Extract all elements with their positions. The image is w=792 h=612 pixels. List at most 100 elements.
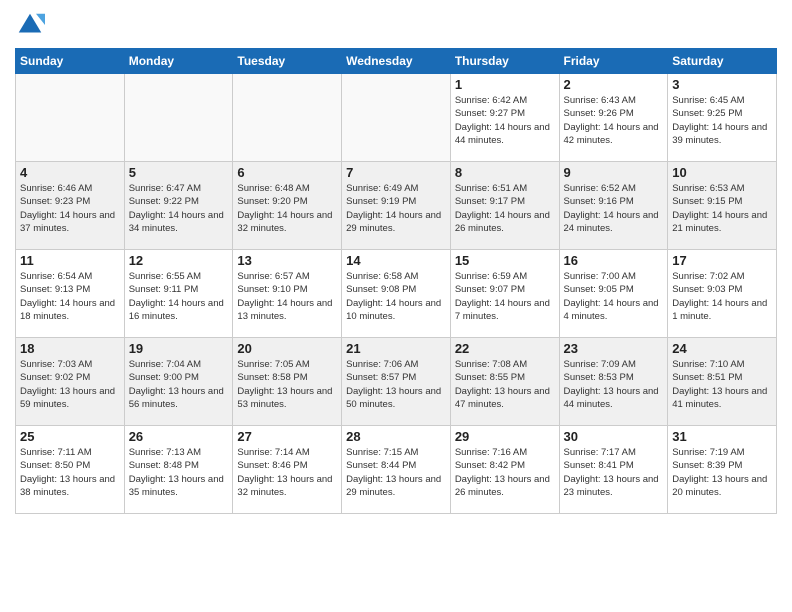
day-info: Sunrise: 6:43 AMSunset: 9:26 PMDaylight:… <box>564 94 664 147</box>
day-number: 21 <box>346 341 446 356</box>
calendar-day-cell <box>16 74 125 162</box>
day-info: Sunrise: 7:04 AMSunset: 9:00 PMDaylight:… <box>129 358 229 411</box>
day-number: 20 <box>237 341 337 356</box>
calendar-day-cell: 7Sunrise: 6:49 AMSunset: 9:19 PMDaylight… <box>342 162 451 250</box>
day-info: Sunrise: 7:13 AMSunset: 8:48 PMDaylight:… <box>129 446 229 499</box>
day-number: 25 <box>20 429 120 444</box>
day-info: Sunrise: 6:53 AMSunset: 9:15 PMDaylight:… <box>672 182 772 235</box>
day-info: Sunrise: 7:05 AMSunset: 8:58 PMDaylight:… <box>237 358 337 411</box>
day-number: 28 <box>346 429 446 444</box>
calendar-day-cell: 30 Sunrise: 7:17 AMSunset: 8:41 PMDayligh… <box>559 426 668 514</box>
calendar-day-header: Friday <box>559 49 668 74</box>
day-number: 14 <box>346 253 446 268</box>
day-info: Sunrise: 6:47 AMSunset: 9:22 PMDaylight:… <box>129 182 229 235</box>
day-number: 12 <box>129 253 229 268</box>
day-number: 8 <box>455 165 555 180</box>
day-number: 10 <box>672 165 772 180</box>
calendar-day-header: Saturday <box>668 49 777 74</box>
calendar-day-cell: 17 Sunrise: 7:02 AMSunset: 9:03 PMDayligh… <box>668 250 777 338</box>
logo <box>15 10 49 40</box>
day-info: Sunrise: 6:58 AMSunset: 9:08 PMDaylight:… <box>346 270 446 323</box>
day-info: Sunrise: 7:08 AMSunset: 8:55 PMDaylight:… <box>455 358 555 411</box>
day-number: 4 <box>20 165 120 180</box>
day-number: 17 <box>672 253 772 268</box>
calendar-day-cell: 1 Sunrise: 6:42 AMSunset: 9:27 PMDaylight… <box>450 74 559 162</box>
calendar-day-header: Tuesday <box>233 49 342 74</box>
day-info: Sunrise: 6:48 AMSunset: 9:20 PMDaylight:… <box>237 182 337 235</box>
calendar-day-cell: 13Sunrise: 6:57 AMSunset: 9:10 PMDayligh… <box>233 250 342 338</box>
calendar-day-cell: 26Sunrise: 7:13 AMSunset: 8:48 PMDayligh… <box>124 426 233 514</box>
calendar-day-cell: 5 Sunrise: 6:47 AMSunset: 9:22 PMDaylight… <box>124 162 233 250</box>
calendar-day-cell: 14 Sunrise: 6:58 AMSunset: 9:08 PMDayligh… <box>342 250 451 338</box>
calendar-day-header: Thursday <box>450 49 559 74</box>
day-info: Sunrise: 6:59 AMSunset: 9:07 PMDaylight:… <box>455 270 555 323</box>
calendar-day-header: Wednesday <box>342 49 451 74</box>
day-info: Sunrise: 7:09 AMSunset: 8:53 PMDaylight:… <box>564 358 664 411</box>
day-number: 6 <box>237 165 337 180</box>
day-info: Sunrise: 7:06 AMSunset: 8:57 PMDaylight:… <box>346 358 446 411</box>
calendar-day-cell: 16 Sunrise: 7:00 AMSunset: 9:05 PMDayligh… <box>559 250 668 338</box>
day-number: 29 <box>455 429 555 444</box>
calendar-day-cell: 27 Sunrise: 7:14 AMSunset: 8:46 PMDayligh… <box>233 426 342 514</box>
day-number: 3 <box>672 77 772 92</box>
calendar-day-cell: 24 Sunrise: 7:10 AMSunset: 8:51 PMDayligh… <box>668 338 777 426</box>
day-number: 30 <box>564 429 664 444</box>
day-info: Sunrise: 6:54 AMSunset: 9:13 PMDaylight:… <box>20 270 120 323</box>
logo-icon <box>15 10 45 40</box>
calendar-day-cell: 23 Sunrise: 7:09 AMSunset: 8:53 PMDayligh… <box>559 338 668 426</box>
calendar-day-cell: 11 Sunrise: 6:54 AMSunset: 9:13 PMDayligh… <box>16 250 125 338</box>
calendar-day-cell: 12 Sunrise: 6:55 AMSunset: 9:11 PMDayligh… <box>124 250 233 338</box>
calendar-day-cell: 19 Sunrise: 7:04 AMSunset: 9:00 PMDayligh… <box>124 338 233 426</box>
calendar-day-cell: 6 Sunrise: 6:48 AMSunset: 9:20 PMDaylight… <box>233 162 342 250</box>
day-info: Sunrise: 7:19 AMSunset: 8:39 PMDaylight:… <box>672 446 772 499</box>
day-number: 24 <box>672 341 772 356</box>
day-number: 5 <box>129 165 229 180</box>
day-info: Sunrise: 6:45 AMSunset: 9:25 PMDaylight:… <box>672 94 772 147</box>
day-number: 13 <box>237 253 337 268</box>
day-number: 16 <box>564 253 664 268</box>
day-info: Sunrise: 7:11 AMSunset: 8:50 PMDaylight:… <box>20 446 120 499</box>
calendar-day-cell: 25 Sunrise: 7:11 AMSunset: 8:50 PMDayligh… <box>16 426 125 514</box>
day-number: 1 <box>455 77 555 92</box>
day-info: Sunrise: 7:16 AMSunset: 8:42 PMDaylight:… <box>455 446 555 499</box>
day-info: Sunrise: 7:03 AMSunset: 9:02 PMDaylight:… <box>20 358 120 411</box>
calendar-table: SundayMondayTuesdayWednesdayThursdayFrid… <box>15 48 777 514</box>
day-info: Sunrise: 7:17 AMSunset: 8:41 PMDaylight:… <box>564 446 664 499</box>
day-info: Sunrise: 7:00 AMSunset: 9:05 PMDaylight:… <box>564 270 664 323</box>
day-number: 23 <box>564 341 664 356</box>
calendar-day-cell: 22 Sunrise: 7:08 AMSunset: 8:55 PMDayligh… <box>450 338 559 426</box>
calendar-day-cell <box>342 74 451 162</box>
day-info: Sunrise: 6:52 AMSunset: 9:16 PMDaylight:… <box>564 182 664 235</box>
day-info: Sunrise: 7:15 AMSunset: 8:44 PMDaylight:… <box>346 446 446 499</box>
day-number: 11 <box>20 253 120 268</box>
calendar-day-cell: 10 Sunrise: 6:53 AMSunset: 9:15 PMDayligh… <box>668 162 777 250</box>
day-info: Sunrise: 7:02 AMSunset: 9:03 PMDaylight:… <box>672 270 772 323</box>
calendar-day-cell: 28 Sunrise: 7:15 AMSunset: 8:44 PMDayligh… <box>342 426 451 514</box>
calendar-week-row: 25 Sunrise: 7:11 AMSunset: 8:50 PMDayligh… <box>16 426 777 514</box>
calendar-day-cell: 3 Sunrise: 6:45 AMSunset: 9:25 PMDaylight… <box>668 74 777 162</box>
calendar-week-row: 11 Sunrise: 6:54 AMSunset: 9:13 PMDayligh… <box>16 250 777 338</box>
day-number: 15 <box>455 253 555 268</box>
day-info: Sunrise: 7:14 AMSunset: 8:46 PMDaylight:… <box>237 446 337 499</box>
calendar-day-cell: 29 Sunrise: 7:16 AMSunset: 8:42 PMDayligh… <box>450 426 559 514</box>
day-number: 27 <box>237 429 337 444</box>
day-info: Sunrise: 6:55 AMSunset: 9:11 PMDaylight:… <box>129 270 229 323</box>
day-info: Sunrise: 6:42 AMSunset: 9:27 PMDaylight:… <box>455 94 555 147</box>
calendar-day-cell <box>124 74 233 162</box>
day-info: Sunrise: 7:10 AMSunset: 8:51 PMDaylight:… <box>672 358 772 411</box>
calendar-day-header: Sunday <box>16 49 125 74</box>
page: SundayMondayTuesdayWednesdayThursdayFrid… <box>0 0 792 529</box>
day-number: 22 <box>455 341 555 356</box>
calendar-day-cell: 8Sunrise: 6:51 AMSunset: 9:17 PMDaylight… <box>450 162 559 250</box>
day-number: 9 <box>564 165 664 180</box>
day-number: 7 <box>346 165 446 180</box>
header <box>15 10 777 40</box>
calendar-header-row: SundayMondayTuesdayWednesdayThursdayFrid… <box>16 49 777 74</box>
day-number: 19 <box>129 341 229 356</box>
day-number: 18 <box>20 341 120 356</box>
calendar-day-cell: 31Sunrise: 7:19 AMSunset: 8:39 PMDayligh… <box>668 426 777 514</box>
day-number: 2 <box>564 77 664 92</box>
calendar-day-cell: 4Sunrise: 6:46 AMSunset: 9:23 PMDaylight… <box>16 162 125 250</box>
calendar-day-cell: 9 Sunrise: 6:52 AMSunset: 9:16 PMDaylight… <box>559 162 668 250</box>
calendar-week-row: 1 Sunrise: 6:42 AMSunset: 9:27 PMDaylight… <box>16 74 777 162</box>
